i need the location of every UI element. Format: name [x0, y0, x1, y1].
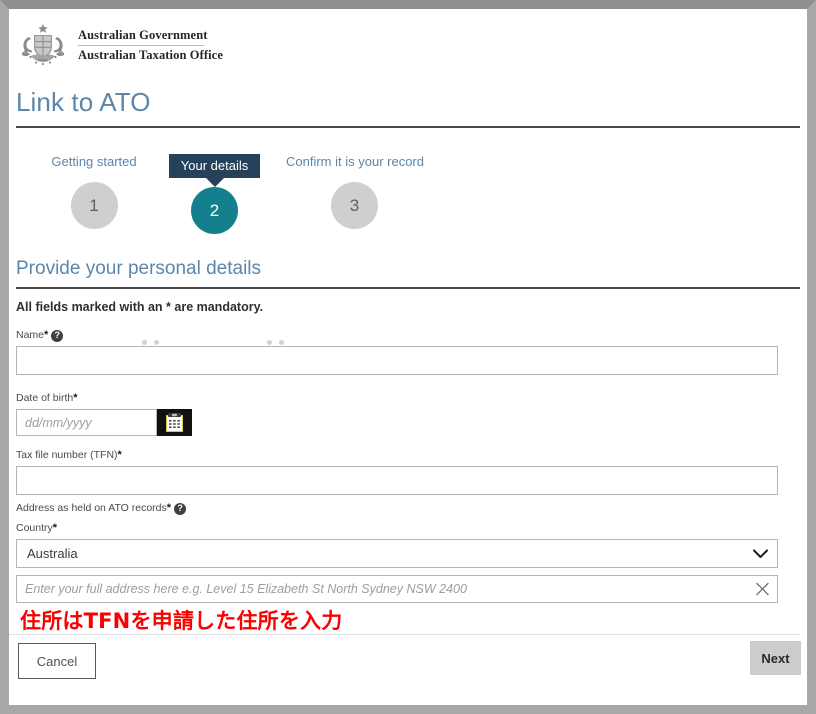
page-title: Link to ATO [16, 87, 151, 117]
step-your-details[interactable]: Your details 2 [161, 154, 268, 234]
step-3-number: 3 [349, 195, 360, 215]
step-2-label: Your details [168, 154, 261, 187]
address-group-label: Address as held on ATO records * ? [16, 502, 778, 515]
tfn-input[interactable] [16, 466, 778, 495]
brand-header: Australian Government Australian Taxatio… [16, 23, 223, 67]
name-input[interactable] [16, 346, 778, 375]
name-field-group: Name * ? [16, 329, 778, 375]
footer-divider [9, 634, 800, 635]
brand-line-ato: Australian Taxation Office [78, 47, 223, 62]
brand-text: Australian Government Australian Taxatio… [78, 28, 223, 63]
dob-label: Date of birth * [16, 392, 216, 405]
name-required-mark: * [44, 329, 49, 341]
calendar-picker-button[interactable] [157, 409, 192, 436]
progress-stepper: Getting started 1 Your details 2 Confirm… [9, 146, 807, 345]
step-2-number: 2 [209, 200, 220, 220]
country-select[interactable]: Australia [16, 539, 778, 568]
address-group-label-text: Address as held on ATO records [16, 502, 167, 514]
step-1-label: Getting started [51, 154, 137, 169]
red-annotation-text: 住所はTFNを申請した住所を入力 [20, 609, 343, 633]
tfn-label-text: Tax file number (TFN) [16, 449, 118, 461]
name-label: Name * ? [16, 329, 778, 342]
calendar-icon [166, 413, 183, 432]
mandatory-fields-note: All fields marked with an * are mandator… [16, 300, 264, 314]
brand-line-government: Australian Government [78, 27, 208, 42]
address-group-required-mark: * [166, 502, 172, 514]
country-label: Country * [16, 522, 778, 535]
address-field-group [16, 575, 778, 603]
page-content: Australian Government Australian Taxatio… [9, 9, 807, 705]
tfn-required-mark: * [117, 449, 122, 461]
step-getting-started[interactable]: Getting started 1 [39, 154, 149, 229]
dob-field-group: Date of birth * [16, 392, 216, 436]
cancel-button[interactable]: Cancel [18, 643, 96, 679]
name-label-text: Name [16, 329, 45, 341]
brand-divider [78, 44, 204, 46]
australian-coat-of-arms-icon [22, 24, 64, 66]
step-1-bubble[interactable]: 1 [70, 182, 118, 229]
country-field-group: Country * Australia [16, 522, 778, 568]
country-label-text: Country [16, 522, 53, 534]
address-help-icon[interactable]: ? [174, 502, 187, 515]
tfn-label: Tax file number (TFN) * [16, 449, 778, 462]
section-title: Provide your personal details [16, 258, 262, 279]
close-x-icon[interactable] [756, 582, 769, 596]
step-3-label: Confirm it is your record [286, 154, 424, 169]
next-button[interactable]: Next [750, 641, 801, 675]
tfn-field-group: Tax file number (TFN) * [16, 449, 778, 495]
browser-frame: Australian Government Australian Taxatio… [0, 0, 816, 714]
dob-required-mark: * [73, 392, 78, 404]
section-divider [16, 287, 800, 289]
step-2-bubble[interactable]: 2 [191, 187, 238, 234]
country-selected-value: Australia [27, 546, 78, 561]
dob-input-row [16, 409, 216, 436]
address-group-heading: Address as held on ATO records * ? [16, 502, 778, 519]
country-select-wrapper[interactable]: Australia [16, 539, 778, 568]
title-divider [16, 126, 800, 128]
dob-input[interactable] [16, 409, 157, 436]
address-input-wrapper [16, 575, 778, 603]
dob-label-text: Date of birth [16, 392, 74, 404]
step-3-bubble[interactable]: 3 [331, 182, 378, 229]
name-help-icon[interactable]: ? [51, 329, 64, 342]
chevron-down-icon[interactable] [753, 549, 768, 558]
step-confirm-record[interactable]: Confirm it is your record 3 [286, 154, 424, 229]
address-input[interactable] [16, 575, 778, 603]
step-1-number: 1 [89, 195, 99, 215]
country-required-mark: * [52, 522, 58, 534]
